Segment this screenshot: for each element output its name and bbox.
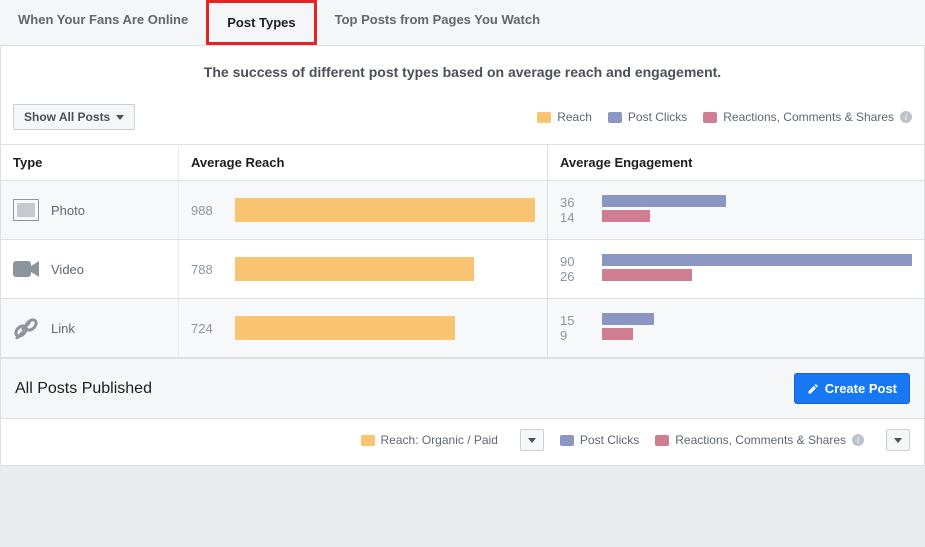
photo-icon xyxy=(13,199,39,221)
type-label: Video xyxy=(51,262,84,277)
reactions-value: 9 xyxy=(560,328,584,343)
tab-when-fans-online[interactable]: When Your Fans Are Online xyxy=(0,0,206,45)
reach-mode-dropdown[interactable] xyxy=(520,429,544,451)
clicks-bar xyxy=(602,195,726,207)
dropdown-label: Show All Posts xyxy=(24,110,110,124)
clicks-value: 36 xyxy=(560,195,584,210)
show-all-posts-dropdown[interactable]: Show All Posts xyxy=(13,104,135,130)
type-label: Photo xyxy=(51,203,85,218)
video-icon xyxy=(13,258,39,280)
reactions-value: 14 xyxy=(560,210,584,225)
swatch-reactions xyxy=(655,435,669,446)
link-icon xyxy=(13,317,39,339)
caret-down-icon xyxy=(116,115,124,120)
engagement-mode-dropdown[interactable] xyxy=(886,429,910,451)
clicks-bar xyxy=(602,254,912,266)
clicks-bar xyxy=(602,313,654,325)
table-row[interactable]: Photo 988 3614 xyxy=(1,181,924,240)
swatch-reach xyxy=(537,112,551,123)
reach-value: 724 xyxy=(191,321,219,336)
legend-reach: Reach xyxy=(537,110,592,124)
swatch-reach xyxy=(361,435,375,446)
legend-post-clicks: Post Clicks xyxy=(608,110,687,124)
legend-reactions: Reactions, Comments & Shares i xyxy=(703,110,912,124)
table-row[interactable]: Video 788 9026 xyxy=(1,240,924,299)
reach-bar xyxy=(235,198,535,222)
section-subtitle: The success of different post types base… xyxy=(1,46,924,94)
reactions-bar xyxy=(602,328,633,340)
legend: Reach Post Clicks Reactions, Comments & … xyxy=(537,110,912,124)
tabs-bar: When Your Fans Are Online Post Types Top… xyxy=(0,0,925,46)
reach-bar xyxy=(235,316,455,340)
caret-down-icon xyxy=(528,438,536,443)
legend-reach-organic-paid: Reach: Organic / Paid xyxy=(361,433,498,447)
type-label: Link xyxy=(51,321,75,336)
caret-down-icon xyxy=(894,438,902,443)
info-icon[interactable]: i xyxy=(852,434,864,446)
reach-bar xyxy=(235,257,474,281)
tab-top-posts[interactable]: Top Posts from Pages You Watch xyxy=(317,0,558,45)
legend-reactions-2: Reactions, Comments & Shares i xyxy=(655,433,864,447)
legend-post-clicks-2: Post Clicks xyxy=(560,433,639,447)
reach-value: 988 xyxy=(191,203,219,218)
reactions-bar xyxy=(602,210,650,222)
all-posts-title: All Posts Published xyxy=(15,380,152,398)
swatch-clicks xyxy=(608,112,622,123)
clicks-value: 90 xyxy=(560,254,584,269)
footer-legend: Reach: Organic / Paid Post Clicks Reacti… xyxy=(0,419,925,466)
tab-post-types[interactable]: Post Types xyxy=(206,0,316,45)
swatch-reactions xyxy=(703,112,717,123)
create-post-button[interactable]: Create Post xyxy=(794,373,910,404)
info-icon[interactable]: i xyxy=(900,111,912,123)
reach-value: 788 xyxy=(191,262,219,277)
swatch-clicks xyxy=(560,435,574,446)
reactions-bar xyxy=(602,269,692,281)
all-posts-header: All Posts Published Create Post xyxy=(0,359,925,419)
clicks-value: 15 xyxy=(560,313,584,328)
reactions-value: 26 xyxy=(560,269,584,284)
col-header-avg-reach: Average Reach xyxy=(179,145,548,181)
table-row[interactable]: Link 724 159 xyxy=(1,299,924,358)
col-header-type: Type xyxy=(1,145,179,181)
post-types-table: Type Average Reach Average Engagement Ph… xyxy=(1,144,924,358)
pencil-icon xyxy=(807,383,819,395)
col-header-avg-eng: Average Engagement xyxy=(548,145,925,181)
